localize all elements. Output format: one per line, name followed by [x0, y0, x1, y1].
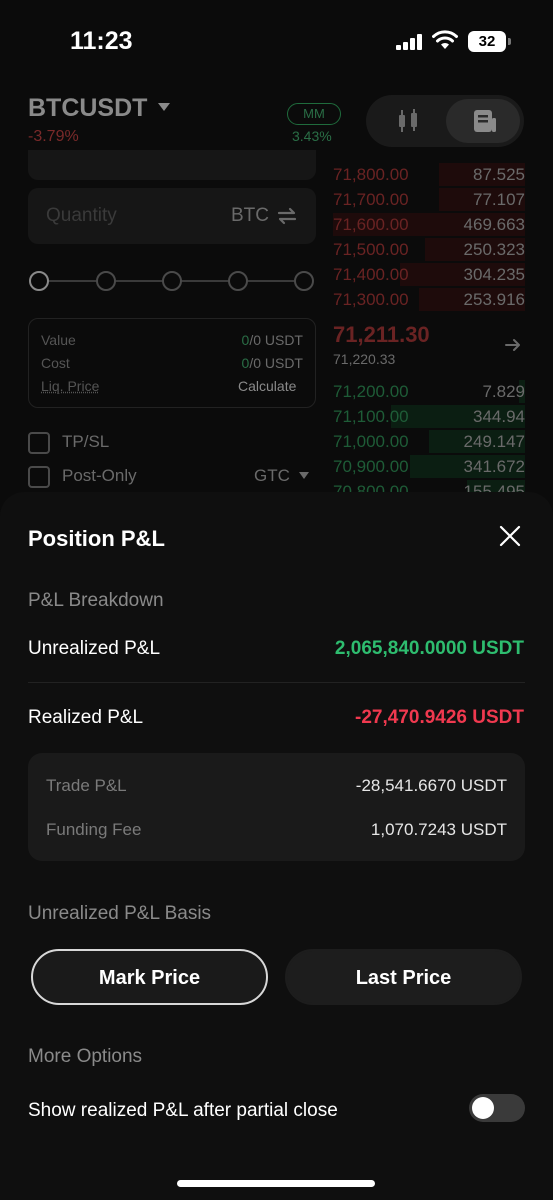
- unrealized-pnl-value: 2,065,840.0000 USDT: [334, 638, 524, 659]
- summary-value-value: 0/0 USDT: [241, 332, 303, 348]
- time-in-force-select[interactable]: GTC: [254, 466, 290, 486]
- chevron-down-icon[interactable]: [158, 103, 170, 111]
- orderbook-row[interactable]: 71,100.00 344.94: [333, 404, 525, 429]
- orderbook-qty: 253.916: [463, 290, 525, 309]
- slider-stop-50[interactable]: [162, 271, 182, 291]
- basis-section-label: Unrealized P&L Basis: [28, 903, 212, 924]
- wifi-icon: [432, 30, 458, 49]
- orderbook-price: 71,700.00: [333, 190, 409, 209]
- realized-pnl-label: Realized P&L: [28, 707, 144, 728]
- status-bar: 11:23 32: [0, 0, 553, 80]
- post-only-label: Post-Only: [62, 466, 137, 485]
- view-toggle: [366, 95, 524, 147]
- orderbook-row[interactable]: 71,600.00 469.663: [333, 212, 525, 237]
- tpsl-checkbox[interactable]: [28, 432, 50, 454]
- slider-stop-75[interactable]: [228, 271, 248, 291]
- orderbook-row[interactable]: 71,700.00 77.107: [333, 187, 525, 212]
- trade-pnl-value: -28,541.6670 USDT: [355, 776, 507, 795]
- home-indicator: [177, 1180, 375, 1187]
- orderbook-icon[interactable]: [472, 108, 498, 134]
- orderbook-qty: 304.235: [463, 265, 525, 284]
- orderbook-price: 71,800.00: [333, 165, 409, 184]
- orderbook-qty: 249.147: [463, 432, 525, 451]
- orderbook-qty: 341.672: [463, 457, 525, 476]
- orderbook-row[interactable]: 71,800.00 87.525: [333, 162, 525, 187]
- last-price: 71,211.30: [333, 322, 430, 347]
- quantity-unit[interactable]: BTC: [231, 205, 269, 227]
- status-time: 11:23: [70, 27, 133, 55]
- toggle-knob: [472, 1097, 494, 1119]
- trade-pnl-label: Trade P&L: [46, 776, 127, 795]
- orderbook-qty: 7.829: [482, 382, 525, 401]
- candlestick-icon[interactable]: [396, 107, 420, 135]
- summary-label-cost: Cost: [41, 355, 70, 371]
- mm-badge[interactable]: MM: [287, 103, 341, 125]
- orderbook-row[interactable]: 71,000.00 249.147: [333, 429, 525, 454]
- divider: [28, 682, 525, 683]
- slider-stop-100[interactable]: [294, 271, 314, 291]
- orderbook-row[interactable]: 70,900.00 341.672: [333, 454, 525, 479]
- summary-value-cost: 0/0 USDT: [241, 355, 303, 371]
- partial-close-toggle-label: Show realized P&L after partial close: [28, 1100, 338, 1121]
- cellular-signal-icon: [396, 34, 424, 50]
- orderbook-price: 71,300.00: [333, 290, 409, 309]
- pair-name[interactable]: BTCUSDT: [28, 94, 147, 123]
- arrow-right-icon[interactable]: [504, 336, 522, 354]
- orderbook-qty: 250.323: [463, 240, 525, 259]
- quantity-placeholder: Quantity: [46, 205, 117, 226]
- funding-fee-label: Funding Fee: [46, 820, 142, 839]
- slider-stop-0[interactable]: [29, 271, 49, 291]
- funding-fee-value: 1,070.7243 USDT: [370, 820, 507, 839]
- orderbook-qty: 344.94: [473, 407, 525, 426]
- more-options-label: More Options: [28, 1046, 143, 1067]
- mark-price: 71,220.33: [333, 351, 396, 367]
- orderbook-price: 71,100.00: [333, 407, 409, 426]
- partial-close-toggle[interactable]: [469, 1094, 525, 1122]
- orderbook-row[interactable]: 71,400.00 304.235: [333, 262, 525, 287]
- orderbook-price: 71,400.00: [333, 265, 409, 284]
- mm-value: 3.43%: [292, 128, 332, 144]
- swap-icon[interactable]: [276, 206, 298, 226]
- calculate-link[interactable]: Calculate: [238, 378, 296, 394]
- tpsl-label: TP/SL: [62, 432, 110, 451]
- price-field[interactable]: [28, 150, 316, 180]
- orderbook-row[interactable]: 71,500.00 250.323: [333, 237, 525, 262]
- close-icon[interactable]: [499, 525, 521, 547]
- realized-pnl-details: [28, 753, 525, 861]
- orderbook-price: 70,900.00: [333, 457, 409, 476]
- orderbook-price: 71,000.00: [333, 432, 409, 451]
- orderbook-row[interactable]: 71,300.00 253.916: [333, 287, 525, 312]
- orderbook-row[interactable]: 71,200.00 7.829: [333, 379, 525, 404]
- battery-icon: 32: [468, 31, 511, 52]
- summary-label-liq-price[interactable]: Liq. Price: [41, 378, 99, 394]
- orderbook-qty: 77.107: [473, 190, 525, 209]
- breakdown-section-label: P&L Breakdown: [28, 590, 164, 611]
- orderbook-qty: 469.663: [463, 215, 525, 234]
- orderbook-qty: 87.525: [473, 165, 525, 184]
- unrealized-pnl-label: Unrealized P&L: [28, 638, 161, 659]
- realized-pnl-value: -27,470.9426 USDT: [355, 707, 524, 728]
- pair-change: -3.79%: [28, 128, 79, 145]
- orderbook-price: 71,600.00: [333, 215, 409, 234]
- summary-label-value: Value: [41, 332, 76, 348]
- orderbook-price: 71,500.00: [333, 240, 409, 259]
- post-only-checkbox[interactable]: [28, 466, 50, 488]
- last-price-button[interactable]: Last Price: [285, 949, 522, 1005]
- slider-stop-25[interactable]: [96, 271, 116, 291]
- mark-price-button[interactable]: Mark Price: [31, 949, 268, 1005]
- chevron-down-icon[interactable]: [299, 472, 309, 479]
- orderbook-price: 71,200.00: [333, 382, 409, 401]
- sheet-title: Position P&L: [28, 526, 165, 551]
